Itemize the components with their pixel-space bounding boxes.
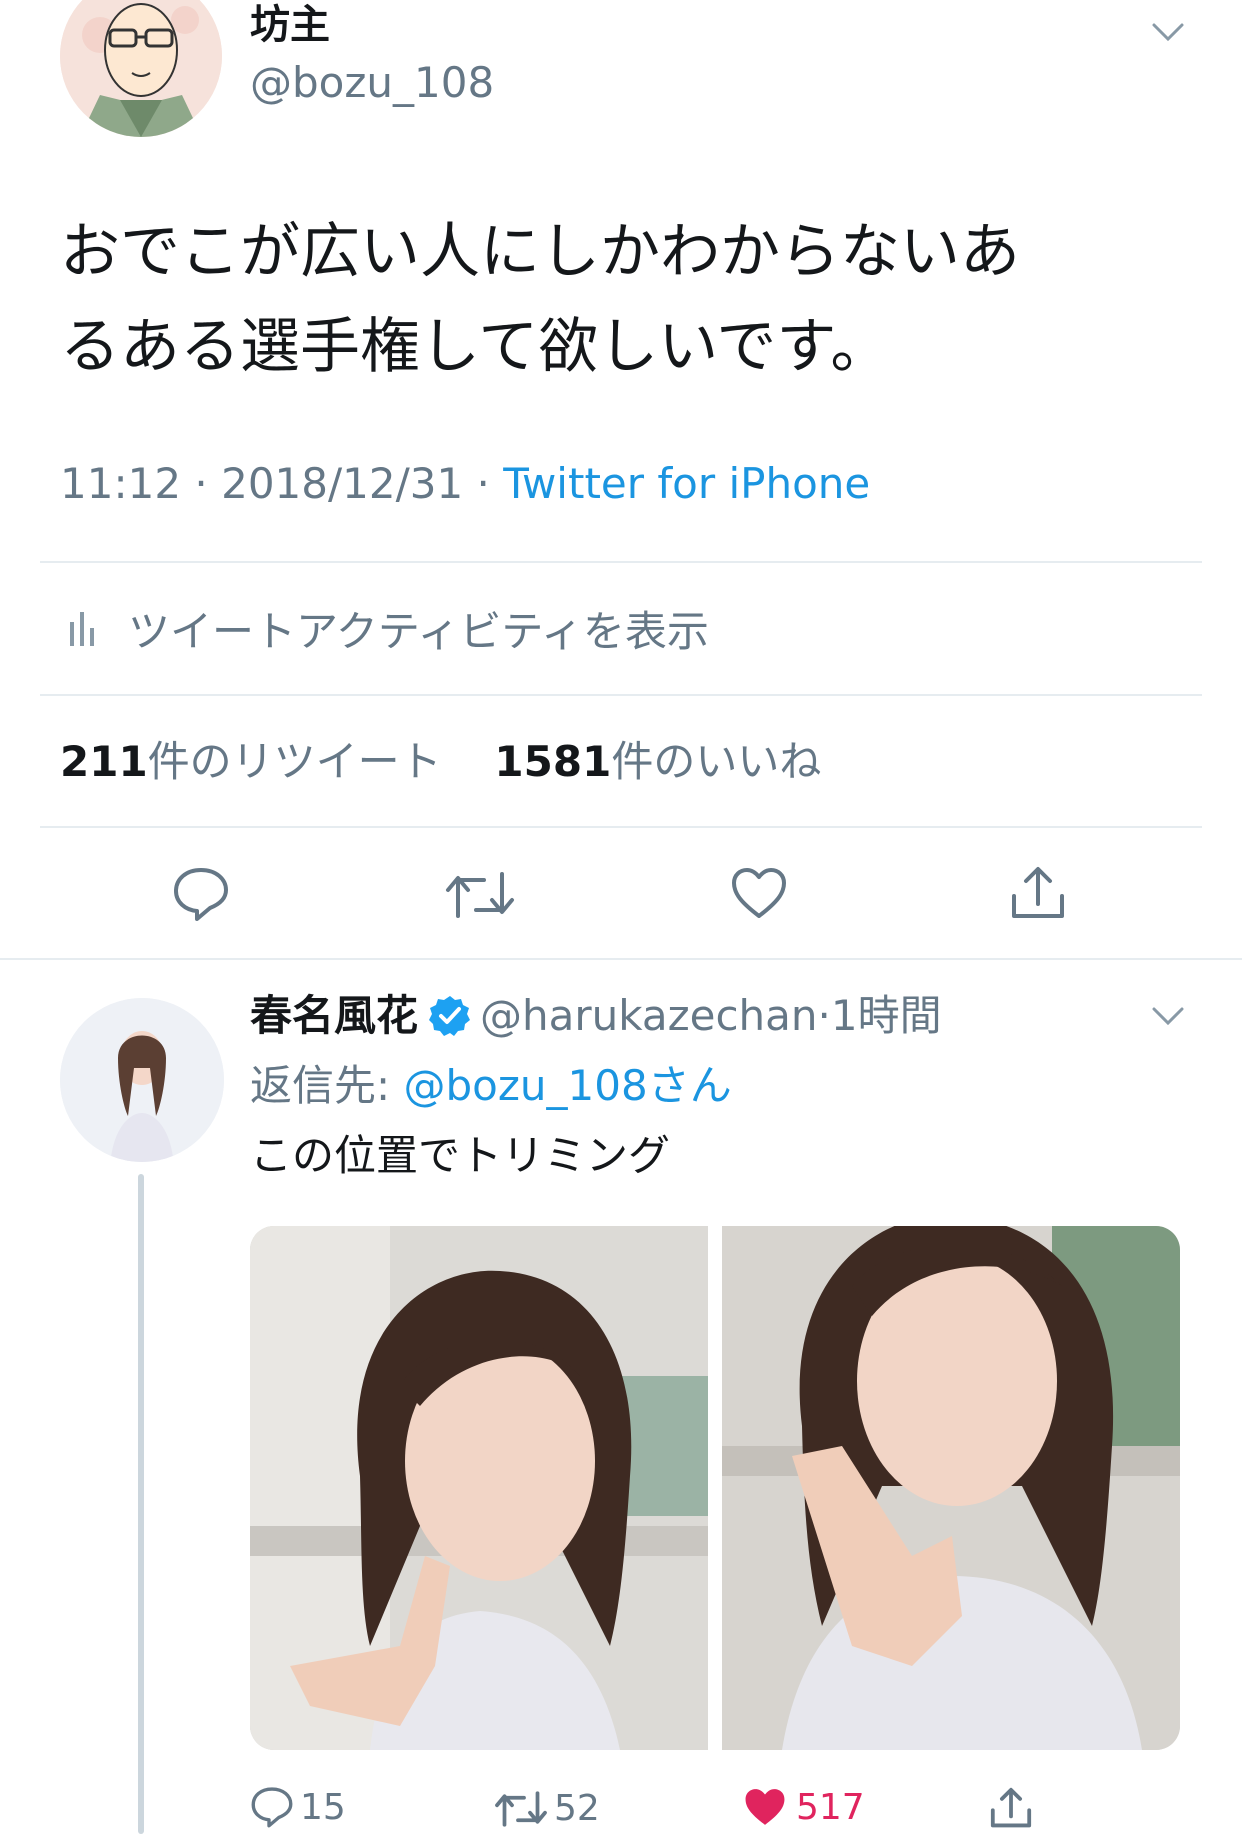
- reply-retweet-count: 52: [554, 1788, 600, 1829]
- bar-chart-icon: [68, 608, 96, 648]
- reply-count: 15: [300, 1786, 346, 1828]
- tweet-stats: 211件のリツイート 1581件のいいね: [60, 734, 821, 790]
- reply-like-count: 517: [796, 1786, 865, 1828]
- reply-icon[interactable]: [172, 866, 230, 922]
- reply-to-link[interactable]: @bozu_108さん: [404, 1061, 732, 1110]
- thread-line: [138, 1174, 144, 1834]
- author-handle[interactable]: @bozu_108: [250, 58, 494, 108]
- retweet-icon[interactable]: [444, 870, 516, 920]
- activity-label: ツイートアクティビティを表示: [128, 606, 709, 656]
- tweet-text: おでこが広い人にしかわからないあ るある選手権して欲しいです。: [60, 205, 1180, 395]
- like-count: 1581: [494, 737, 612, 786]
- tweet-source-link[interactable]: Twitter for iPhone: [503, 459, 870, 508]
- author-name[interactable]: 坊主: [250, 0, 330, 50]
- retweet-label: 件のリツイート: [147, 737, 442, 786]
- reply-time: 1時間: [830, 991, 942, 1040]
- share-icon[interactable]: [1008, 864, 1068, 922]
- like-label: 件のいいね: [611, 737, 822, 786]
- retweet-icon: [494, 1790, 548, 1828]
- reply-action-like[interactable]: 517: [742, 1786, 865, 1828]
- reply-to: 返信先: @bozu_108さん: [250, 1058, 732, 1114]
- tweet-date: 2018/12/31: [221, 459, 464, 508]
- heart-icon[interactable]: [730, 866, 788, 920]
- reply-author-handle[interactable]: @harukazechan: [480, 988, 818, 1044]
- reply-to-prefix: 返信先:: [250, 1061, 404, 1110]
- divider: [40, 561, 1202, 563]
- reply-action-reply[interactable]: 15: [250, 1786, 346, 1828]
- reply-author-avatar[interactable]: [60, 998, 224, 1162]
- tweet-time: 11:12: [60, 459, 182, 508]
- photo-image: [722, 1226, 1180, 1750]
- heart-filled-icon: [742, 1786, 788, 1828]
- reply-chevron-down-icon[interactable]: [1150, 1004, 1186, 1028]
- retweet-count: 211: [60, 737, 148, 786]
- reply-photo-right[interactable]: [722, 1226, 1180, 1750]
- avatar-photo: [60, 998, 224, 1162]
- avatar-illustration: [60, 0, 222, 137]
- reply-text: この位置でトリミング: [250, 1131, 671, 1180]
- reply-icon: [250, 1786, 294, 1828]
- reply-share-icon[interactable]: [988, 1786, 1034, 1830]
- reply-author-name[interactable]: 春名風花: [250, 988, 418, 1044]
- meta-separator: ·: [476, 459, 504, 508]
- chevron-down-icon[interactable]: [1150, 20, 1186, 44]
- author-avatar[interactable]: [60, 0, 222, 137]
- reply-action-retweet[interactable]: 52: [494, 1788, 600, 1829]
- retweet-stat[interactable]: 211件のリツイート: [60, 737, 455, 786]
- meta-separator: ·: [817, 991, 831, 1040]
- verified-badge-icon: [428, 994, 472, 1038]
- reply-photo-left[interactable]: [250, 1226, 708, 1750]
- divider: [40, 826, 1202, 828]
- reply-header: 春名風花 @harukazechan · 1時間: [250, 988, 942, 1044]
- divider: [40, 694, 1202, 696]
- section-divider: [0, 958, 1242, 960]
- tweet-text-line: おでこが広い人にしかわからないあ: [60, 217, 1020, 287]
- tweet-text-line: るある選手権して欲しいです。: [60, 312, 891, 382]
- photo-image: [250, 1226, 708, 1750]
- like-stat[interactable]: 1581件のいいね: [494, 737, 821, 786]
- meta-separator: ·: [194, 459, 222, 508]
- tweet-meta: 11:12 · 2018/12/31 · Twitter for iPhone: [60, 458, 870, 510]
- tweet-activity-link[interactable]: ツイートアクティビティを表示: [68, 598, 709, 658]
